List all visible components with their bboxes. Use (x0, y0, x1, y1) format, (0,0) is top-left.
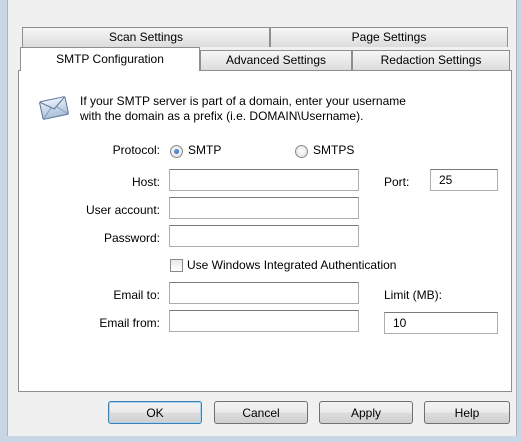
host-input[interactable] (169, 169, 359, 191)
email-to-label: Email to: (113, 288, 160, 302)
password-label: Password: (103, 231, 160, 245)
host-label: Host: (131, 175, 160, 189)
email-to-input[interactable] (169, 282, 359, 304)
help-button[interactable]: Help (424, 401, 510, 424)
protocol-label: Protocol: (112, 143, 160, 157)
tab-redaction-settings[interactable]: Redaction Settings (352, 50, 510, 70)
port-label: Port: (384, 175, 410, 189)
tab-page-settings[interactable]: Page Settings (270, 27, 508, 47)
windows-auth-label[interactable]: Use Windows Integrated Authentication (187, 258, 396, 272)
window-frame-right (516, 0, 522, 442)
limit-label: Limit (MB): (384, 288, 442, 302)
protocol-smtp-radio[interactable] (170, 145, 183, 158)
protocol-smtps-radio[interactable] (295, 145, 308, 158)
info-text-line2: with the domain as a prefix (i.e. DOMAIN… (80, 109, 364, 123)
port-input[interactable] (430, 169, 498, 191)
cancel-button[interactable]: Cancel (214, 401, 308, 424)
envelope-icon (39, 96, 69, 120)
email-from-label: Email from: (99, 316, 160, 330)
apply-button[interactable]: Apply (319, 401, 413, 424)
ok-button[interactable]: OK (108, 401, 202, 424)
limit-input[interactable] (384, 312, 498, 334)
info-text-line1: If your SMTP server is part of a domain,… (80, 94, 406, 108)
tab-advanced-settings[interactable]: Advanced Settings (200, 50, 352, 70)
user-account-label: User account: (85, 203, 160, 217)
windows-auth-checkbox[interactable] (170, 259, 183, 272)
window-frame-left (0, 0, 8, 442)
window-frame-bottom (0, 436, 522, 442)
protocol-smtps-label[interactable]: SMTPS (313, 143, 354, 157)
password-input[interactable] (169, 225, 359, 247)
tab-scan-settings[interactable]: Scan Settings (22, 27, 270, 47)
tab-smtp-configuration[interactable]: SMTP Configuration (20, 47, 200, 71)
user-account-input[interactable] (169, 197, 359, 219)
protocol-smtp-label[interactable]: SMTP (188, 143, 221, 157)
email-from-input[interactable] (169, 310, 359, 332)
